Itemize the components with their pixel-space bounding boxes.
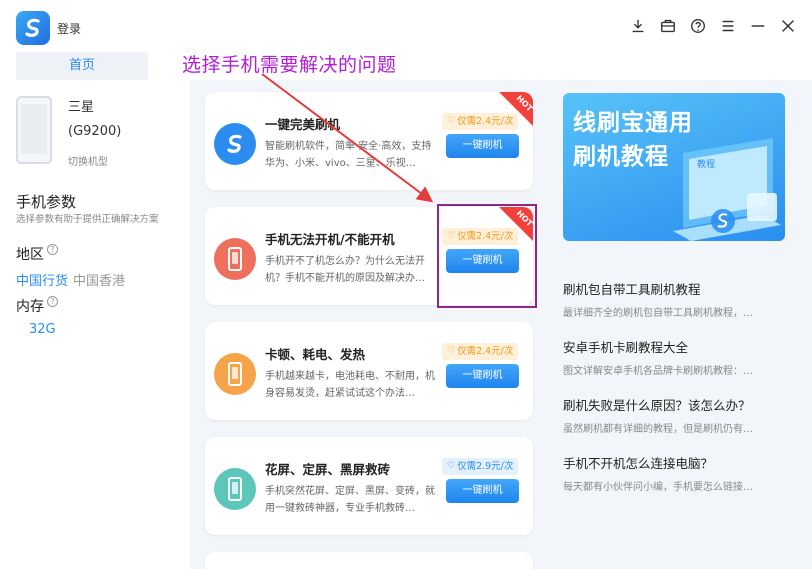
card-desc: 智能刷机软件，简单·安全·高效，支持华为、小米、vivo、三星、乐视…	[265, 141, 432, 169]
article-title: 安卓手机卡刷教程大全	[563, 340, 689, 355]
card-next[interactable]	[205, 552, 533, 569]
card-desc: 手机越来越卡，电池耗电、不耐用，机身容易发烫，赶紧试试这个办法…	[265, 371, 435, 399]
article-desc: 最详细齐全的刷机包自带工具刷机教程，…	[563, 308, 753, 319]
menu-icon[interactable]	[718, 16, 738, 36]
card-lag-battery-heat[interactable]: 卡顿、耗电、发热 手机越来越卡，电池耗电、不耐用，机身容易发烫，赶紧试试这个办法…	[205, 322, 533, 420]
logo-icon	[214, 123, 256, 165]
card-screen-brick-rescue[interactable]: 花屏、定屏、黑屏救砖 手机突然花屏、定屏、黑屏、变砖，就用一键救砖神器，专业手机…	[205, 437, 533, 535]
close-icon[interactable]	[778, 16, 798, 36]
article-list: 刷机包自带工具刷机教程 最详细齐全的刷机包自带工具刷机教程，… 安卓手机卡刷教程…	[563, 279, 793, 511]
hot-badge: HOT	[499, 207, 533, 241]
diamond-icon: ♡	[447, 116, 456, 126]
card-title: 一键完美刷机	[265, 117, 341, 132]
card-title: 手机无法开机/不能开机	[265, 232, 395, 247]
card-perfect-flash[interactable]: 一键完美刷机 智能刷机软件，简单·安全·高效，支持华为、小米、vivo、三星、乐…	[205, 92, 533, 190]
price-badge: ♡ 仅需2.4元/次	[442, 343, 519, 360]
flash-button[interactable]: 一键刷机	[446, 249, 519, 273]
title-bar: 登录 首页	[0, 0, 812, 80]
list-item[interactable]: 刷机失败是什么原因？该怎么办？ 虽然刷机都有详细的教程，但是刷机仍有…	[563, 395, 793, 453]
login-link[interactable]: 登录	[57, 20, 81, 37]
storage-option-32g[interactable]: 32G	[29, 322, 56, 337]
list-item[interactable]: 刷机包自带工具刷机教程 最详细齐全的刷机包自带工具刷机教程，…	[563, 279, 793, 337]
sidebar: 三星 (G9200) 切换机型 手机参数 选择参数有助于提供正确解决方案 地区?…	[0, 80, 190, 569]
annotation-text: 选择手机需要解决的问题	[182, 54, 397, 76]
article-desc: 虽然刷机都有详细的教程，但是刷机仍有…	[563, 424, 753, 435]
article-title: 刷机失败是什么原因？该怎么办？	[563, 398, 751, 413]
phone-brand: 三星	[68, 100, 95, 115]
flash-button[interactable]: 一键刷机	[446, 364, 519, 388]
switch-model-link[interactable]: 切换机型	[68, 153, 108, 168]
tab-home[interactable]: 首页	[16, 52, 148, 80]
card-title: 卡顿、耗电、发热	[265, 347, 366, 362]
diamond-icon: ♡	[447, 231, 456, 241]
phone-image	[16, 96, 52, 164]
hot-badge: HOT	[499, 92, 533, 126]
tutorial-banner[interactable]: 线刷宝通用 刷机教程 教程	[563, 93, 785, 241]
toolbox-icon[interactable]	[658, 16, 678, 36]
article-title: 刷机包自带工具刷机教程	[563, 282, 701, 297]
diamond-icon: ♡	[447, 346, 456, 356]
card-desc: 手机开不了机怎么办？为什么无法开机？手机不能开机的原因及解决办…	[265, 256, 425, 284]
price-badge: ♡ 仅需2.9元/次	[442, 458, 519, 475]
region-option-mainland[interactable]: 中国行货	[16, 270, 68, 289]
card-cannot-boot[interactable]: 手机无法开机/不能开机 手机开不了机怎么办？为什么无法开机？手机不能开机的原因及…	[205, 207, 533, 305]
phone-icon	[214, 468, 256, 510]
phone-icon	[214, 353, 256, 395]
minimize-icon[interactable]	[748, 16, 768, 36]
article-title: 手机不开机怎么连接电脑？	[563, 456, 714, 471]
phone-icon	[214, 238, 256, 280]
list-item[interactable]: 手机不开机怎么连接电脑？ 每天都有小伙伴问小编，手机要怎么链接…	[563, 453, 793, 511]
window-controls	[628, 16, 798, 36]
storage-label: 内存?	[16, 296, 58, 316]
article-desc: 每天都有小伙伴问小编，手机要怎么链接…	[563, 482, 753, 493]
region-option-hongkong[interactable]: 中国香港	[73, 270, 125, 289]
laptop-illustration	[673, 138, 781, 241]
card-desc: 手机突然花屏、定屏、黑屏、变砖，就用一键救砖神器，专业手机救砖…	[265, 486, 435, 514]
flash-button[interactable]: 一键刷机	[446, 479, 519, 503]
region-help-icon[interactable]: ?	[47, 244, 58, 255]
region-label: 地区?	[16, 244, 58, 264]
params-title: 手机参数	[16, 193, 77, 211]
storage-help-icon[interactable]: ?	[47, 296, 58, 307]
app-logo-icon	[16, 11, 50, 45]
help-icon[interactable]	[688, 16, 708, 36]
card-title: 花屏、定屏、黑屏救砖	[265, 462, 391, 477]
params-subtitle: 选择参数有助于提供正确解决方案	[16, 214, 159, 225]
phone-model: (G9200)	[68, 124, 122, 139]
download-icon[interactable]	[628, 16, 648, 36]
banner-screen-label: 教程	[697, 160, 716, 170]
flash-button[interactable]: 一键刷机	[446, 134, 519, 158]
list-item[interactable]: 安卓手机卡刷教程大全 图文详解安卓手机各品牌卡刷刷机教程：…	[563, 337, 793, 395]
diamond-icon: ♡	[447, 461, 456, 471]
article-desc: 图文详解安卓手机各品牌卡刷刷机教程：…	[563, 366, 753, 377]
